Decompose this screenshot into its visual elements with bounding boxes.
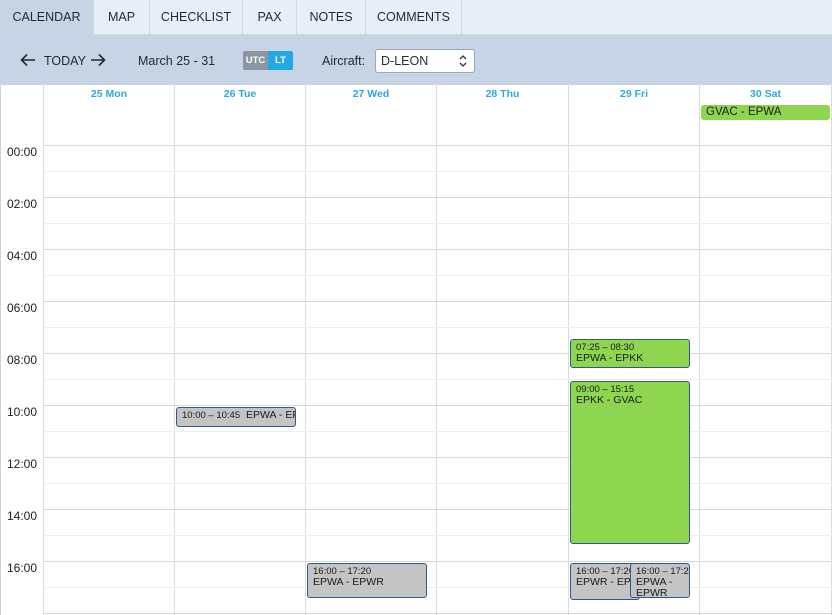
aircraft-select-value: D-LEON bbox=[381, 54, 429, 68]
event-time: 10:00 – 10:45 bbox=[182, 410, 241, 421]
grid-line bbox=[43, 405, 832, 406]
grid-line bbox=[43, 197, 832, 198]
grid-line bbox=[43, 535, 832, 536]
time-label: 12:00 bbox=[7, 457, 38, 471]
event-route: EPWR - EPWA bbox=[576, 576, 639, 588]
day-header-sat[interactable]: 30 Sat bbox=[700, 88, 831, 102]
lt-button[interactable]: LT bbox=[268, 51, 293, 70]
grid-line bbox=[43, 249, 832, 250]
time-label: 06:00 bbox=[7, 301, 38, 315]
date-range: March 25 - 31 bbox=[138, 54, 216, 68]
grid-line bbox=[43, 483, 832, 484]
day-header-tue[interactable]: 26 Tue bbox=[175, 88, 305, 102]
tab-calendar[interactable]: CALENDAR bbox=[0, 0, 94, 35]
week-calendar: 25 Mon 26 Tue 27 Wed 28 Thu 29 Fri 30 Sa… bbox=[0, 85, 832, 615]
grid-line bbox=[43, 223, 832, 224]
grid-line bbox=[43, 431, 832, 432]
time-label: 08:00 bbox=[7, 353, 38, 367]
day-header-wed[interactable]: 27 Wed bbox=[306, 88, 436, 102]
grid-line bbox=[43, 353, 832, 354]
utc-button[interactable]: UTC bbox=[243, 51, 268, 70]
day-header-thu[interactable]: 28 Thu bbox=[437, 88, 568, 102]
aircraft-select[interactable]: D-LEON bbox=[375, 49, 475, 73]
grid-line bbox=[43, 587, 832, 588]
select-chevron-icon bbox=[459, 55, 467, 67]
event-route: EPWA - EPWR bbox=[636, 576, 673, 598]
flight-event[interactable]: 10:00 – 10:45 EPWA - EPWR bbox=[176, 407, 296, 427]
time-label: 04:00 bbox=[7, 249, 38, 263]
flight-event[interactable]: 16:00 – 17:20 EPWA - EPWR bbox=[307, 563, 427, 598]
flight-event[interactable]: 07:25 – 08:30 EPWA - EPKK bbox=[570, 339, 690, 368]
grid-line bbox=[43, 509, 832, 510]
grid-line bbox=[43, 327, 832, 328]
time-label: 14:00 bbox=[7, 509, 38, 523]
grid-line bbox=[43, 145, 832, 146]
tab-map[interactable]: MAP bbox=[94, 0, 150, 35]
time-label: 10:00 bbox=[7, 405, 38, 419]
all-day-event[interactable]: GVAC - EPWA bbox=[701, 105, 830, 120]
arrow-left-icon[interactable] bbox=[20, 53, 36, 67]
event-route: EPWA - EPWR bbox=[246, 409, 295, 421]
grid-line bbox=[43, 171, 832, 172]
tab-notes[interactable]: NOTES bbox=[297, 0, 366, 35]
time-label: 16:00 bbox=[7, 561, 38, 575]
grid-line bbox=[43, 379, 832, 380]
time-label: 00:00 bbox=[7, 145, 38, 159]
today-button[interactable]: TODAY bbox=[44, 53, 86, 69]
tab-checklist[interactable]: CHECKLIST bbox=[150, 0, 243, 35]
day-header-fri[interactable]: 29 Fri bbox=[569, 88, 699, 102]
event-route: EPKK - GVAC bbox=[576, 394, 643, 406]
grid-line bbox=[43, 561, 832, 562]
grid-line bbox=[43, 275, 832, 276]
event-route: EPWA - EPKK bbox=[576, 352, 644, 364]
timezone-toggle: UTC LT bbox=[243, 51, 293, 70]
aircraft-label: Aircraft: bbox=[322, 54, 366, 68]
tab-bar: CALENDAR MAP CHECKLIST PAX NOTES COMMENT… bbox=[0, 0, 832, 35]
event-route: EPWA - EPWR bbox=[313, 576, 384, 588]
flight-event[interactable]: 16:00 – 17:20 EPWA - EPWR bbox=[630, 563, 690, 598]
tab-comments[interactable]: COMMENTS bbox=[366, 0, 462, 35]
grid-line bbox=[43, 457, 832, 458]
tab-pax[interactable]: PAX bbox=[243, 0, 297, 35]
grid-line bbox=[43, 301, 832, 302]
time-label: 02:00 bbox=[7, 197, 38, 211]
flight-event[interactable]: 09:00 – 15:15 EPKK - GVAC bbox=[570, 381, 690, 544]
grid-line bbox=[43, 613, 832, 614]
day-header-mon[interactable]: 25 Mon bbox=[44, 88, 174, 102]
arrow-right-icon[interactable] bbox=[90, 53, 106, 67]
